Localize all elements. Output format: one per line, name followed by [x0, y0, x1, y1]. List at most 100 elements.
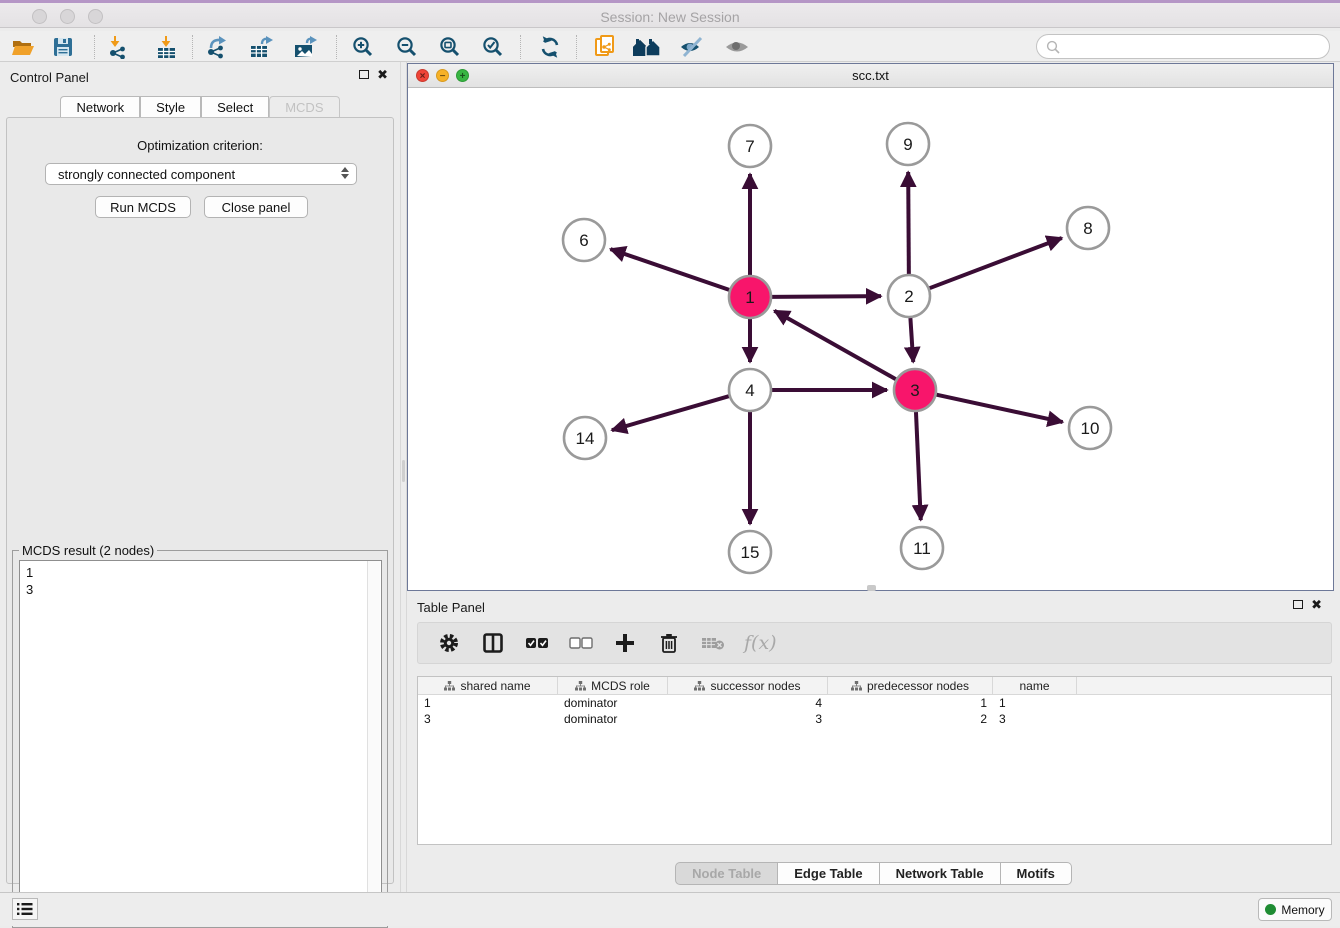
export-image-icon[interactable] [289, 34, 323, 60]
column-header-predecessor-nodes[interactable]: predecessor nodes [828, 677, 993, 694]
memory-label: Memory [1281, 903, 1324, 917]
zoom-fit-icon[interactable] [433, 34, 467, 60]
mcds-result-scrollbar[interactable] [367, 561, 380, 919]
table-cell[interactable]: 1 [418, 695, 558, 711]
column-header-shared-name[interactable]: shared name [418, 677, 558, 694]
tab-motifs[interactable]: Motifs [1001, 862, 1072, 885]
zoom-in-icon[interactable] [346, 34, 380, 60]
export-network-icon[interactable] [201, 34, 235, 60]
close-table-panel-icon[interactable]: ✖ [1311, 600, 1322, 609]
float-table-panel-icon[interactable] [1293, 600, 1303, 609]
tab-style[interactable]: Style [140, 96, 201, 118]
toolbar-separator [336, 35, 337, 59]
import-table-icon[interactable] [149, 34, 183, 60]
hide-selected-icon[interactable] [675, 34, 709, 60]
close-panel-icon[interactable]: ✖ [377, 70, 388, 79]
vertical-splitter[interactable] [400, 62, 407, 892]
close-panel-button[interactable]: Close panel [204, 196, 308, 218]
delete-rows-icon[interactable] [656, 630, 682, 656]
network-canvas[interactable]: 7968124314101511 [408, 88, 1333, 590]
mcds-result-text[interactable]: 1 3 [19, 560, 382, 920]
table-cell[interactable]: 3 [418, 711, 558, 727]
node-label-14: 14 [576, 429, 595, 448]
mcds-result-title: MCDS result (2 nodes) [19, 543, 157, 558]
save-session-icon[interactable] [46, 34, 80, 60]
table-cell[interactable]: 2 [828, 711, 993, 727]
network-view-window: × − + scc.txt 7968124314101511 [407, 63, 1334, 591]
select-all-icon[interactable] [524, 630, 550, 656]
deselect-all-icon[interactable] [568, 630, 594, 656]
edge-2-3[interactable] [910, 318, 913, 362]
zoom-out-icon[interactable] [390, 34, 424, 60]
refresh-view-icon[interactable] [533, 34, 567, 60]
toolbar-separator [576, 35, 577, 59]
import-network-icon[interactable] [101, 34, 135, 60]
edge-2-8[interactable] [930, 238, 1062, 288]
column-header-successor-nodes[interactable]: successor nodes [668, 677, 828, 694]
edge-3-10[interactable] [936, 395, 1062, 422]
select-stepper-icon [341, 167, 349, 179]
edge-1-2[interactable] [772, 296, 881, 297]
node-table[interactable]: shared nameMCDS rolesuccessor nodes prede… [417, 676, 1332, 845]
table-row[interactable]: 3dominator323 [418, 711, 1331, 727]
show-columns-icon[interactable] [480, 630, 506, 656]
memory-button[interactable]: Memory [1258, 898, 1332, 921]
optimization-criterion-select[interactable]: strongly connected component [45, 163, 357, 185]
zoom-selected-icon[interactable] [476, 34, 510, 60]
control-panel-title: Control Panel [10, 70, 89, 85]
node-label-1: 1 [745, 288, 754, 307]
optimization-criterion-value: strongly connected component [58, 167, 235, 182]
control-panel: Control Panel ✖ NetworkStyleSelectMCDS O… [0, 62, 400, 892]
splitter-grip[interactable] [402, 460, 405, 482]
search-box[interactable] [1036, 34, 1330, 59]
network-resize-grip[interactable] [867, 585, 876, 591]
tab-mcds[interactable]: MCDS [269, 96, 339, 118]
first-neighbors-icon[interactable] [631, 34, 665, 60]
table-row[interactable]: 1dominator411 [418, 695, 1331, 711]
run-mcds-button[interactable]: Run MCDS [95, 196, 191, 218]
toolbar-separator [520, 35, 521, 59]
tab-node-table[interactable]: Node Table [675, 862, 778, 885]
network-window-title: scc.txt [408, 68, 1333, 83]
open-file-icon[interactable] [6, 34, 40, 60]
memory-status-icon [1265, 904, 1276, 915]
column-header-name[interactable]: name [993, 677, 1077, 694]
add-row-icon[interactable] [612, 630, 638, 656]
edge-3-1[interactable] [774, 311, 895, 379]
node-label-10: 10 [1081, 419, 1100, 438]
tab-network[interactable]: Network [60, 96, 140, 118]
table-cell[interactable]: dominator [558, 711, 668, 727]
column-label: predecessor nodes [867, 679, 969, 693]
network-window-titlebar: × − + scc.txt [408, 64, 1333, 88]
table-panel-title: Table Panel [417, 600, 485, 615]
table-options-icon[interactable] [436, 630, 462, 656]
export-table-icon[interactable] [245, 34, 279, 60]
show-all-icon[interactable] [720, 34, 754, 60]
node-label-7: 7 [745, 137, 754, 156]
edge-2-9[interactable] [908, 172, 909, 274]
edge-3-11[interactable] [916, 412, 921, 520]
node-label-2: 2 [904, 287, 913, 306]
column-header-MCDS-role[interactable]: MCDS role [558, 677, 668, 694]
table-cell[interactable]: 4 [668, 695, 828, 711]
tab-edge-table[interactable]: Edge Table [778, 862, 879, 885]
edge-1-6[interactable] [610, 249, 729, 290]
table-cell[interactable]: 3 [668, 711, 828, 727]
table-body: 1dominator4113dominator323 [418, 695, 1331, 727]
table-cell[interactable]: 1 [993, 695, 1077, 711]
edge-4-14[interactable] [612, 396, 729, 430]
float-panel-icon[interactable] [359, 70, 369, 79]
control-panel-tabs: NetworkStyleSelectMCDS [0, 96, 400, 118]
search-input[interactable] [1065, 39, 1315, 54]
list-icon [17, 902, 33, 916]
task-history-button[interactable] [12, 898, 38, 920]
tab-network-table[interactable]: Network Table [880, 862, 1001, 885]
tab-select[interactable]: Select [201, 96, 269, 118]
table-cell[interactable]: 3 [993, 711, 1077, 727]
network-from-selection-icon[interactable] [588, 34, 622, 60]
node-label-11: 11 [913, 539, 931, 558]
node-label-4: 4 [745, 381, 754, 400]
node-label-3: 3 [910, 381, 919, 400]
table-cell[interactable]: dominator [558, 695, 668, 711]
table-cell[interactable]: 1 [828, 695, 993, 711]
